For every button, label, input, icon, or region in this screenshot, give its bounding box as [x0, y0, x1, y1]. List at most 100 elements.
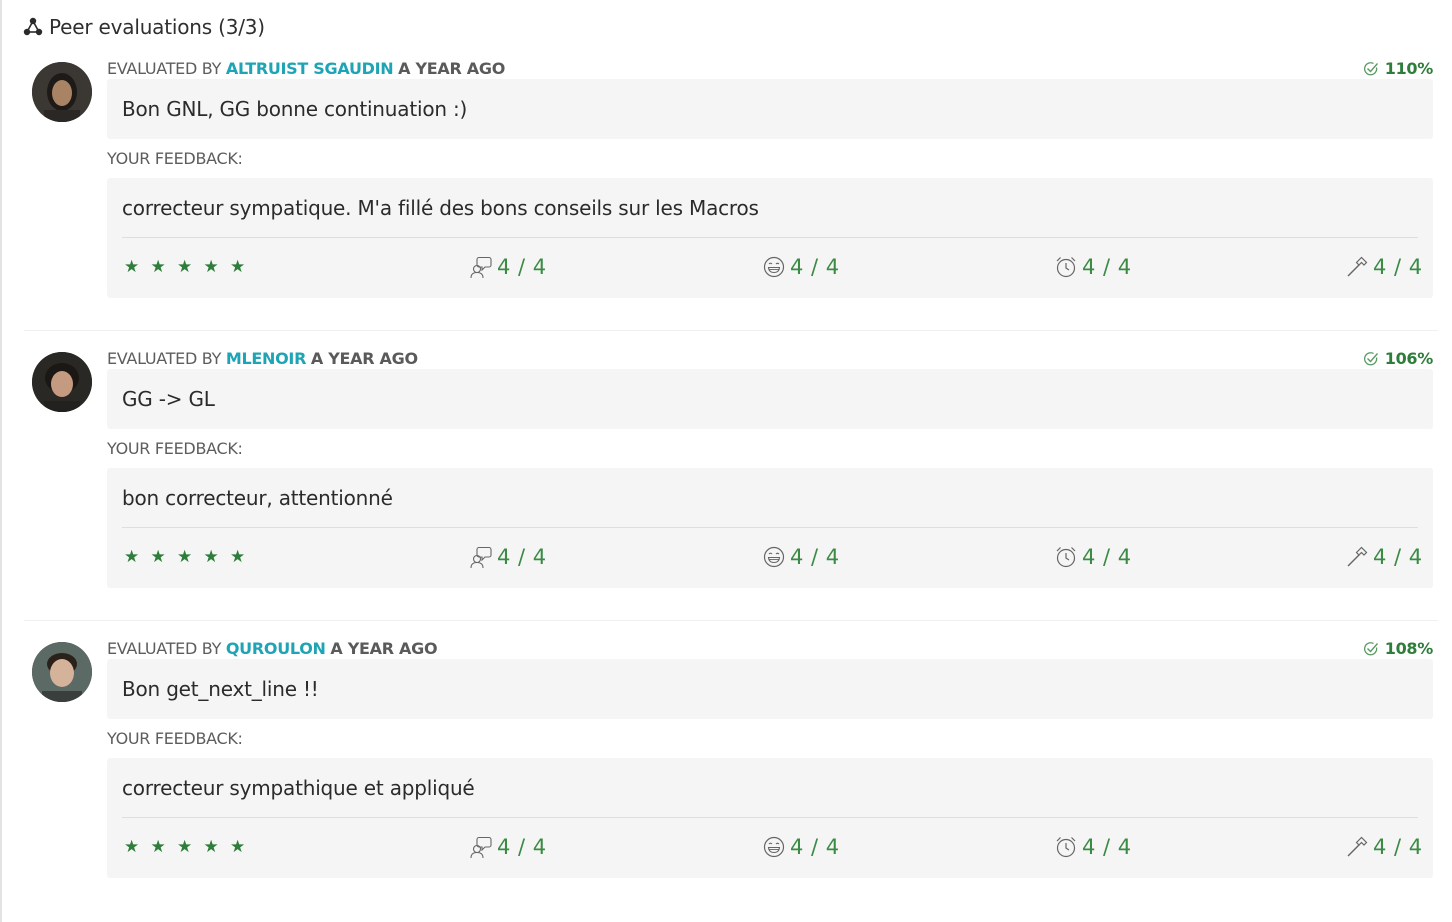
star-icon: ★ [150, 547, 166, 567]
score-badge: 110% [1363, 59, 1433, 78]
criterion-interest: 4 / 4 [469, 545, 547, 569]
your-feedback-label: YOUR FEEDBACK: [107, 439, 243, 458]
criterion-rigor: 4 / 4 [1345, 545, 1423, 569]
divider [122, 237, 1418, 238]
criterion-nice: 4 / 4 [762, 835, 840, 859]
evaluation-meta: Evaluated by mlenoir a year ago [107, 349, 1433, 369]
criterion-value: 4 / 4 [497, 545, 547, 569]
criterion-nice: 4 / 4 [762, 255, 840, 279]
evaluator-comment: Bon GNL, GG bonne continuation :) [122, 97, 468, 121]
evaluator-comment-box: GG -> GL [107, 369, 1433, 429]
evaluation-divider [24, 330, 1438, 331]
star-rating: ★ ★ ★ ★ ★ [124, 837, 257, 857]
avatar[interactable] [32, 642, 92, 702]
avatar[interactable] [32, 352, 92, 412]
star-icon: ★ [230, 547, 246, 567]
criterion-value: 4 / 4 [790, 545, 840, 569]
time-ago: a year ago [398, 59, 506, 78]
talk-icon [470, 546, 492, 569]
alarm-clock-icon [1056, 257, 1076, 278]
star-icon: ★ [124, 837, 140, 857]
evaluation-card: Evaluated by mlenoir a year ago 106% GG … [24, 349, 1438, 599]
evaluated-by-label: Evaluated by [107, 59, 222, 78]
criterion-rigor: 4 / 4 [1345, 255, 1423, 279]
feedback-text: bon correcteur, attentionné [122, 486, 393, 510]
star-icon: ★ [124, 257, 140, 277]
score-value: 106% [1384, 349, 1434, 368]
score-badge: 108% [1363, 639, 1433, 658]
feedback-box: correcteur sympatique. M'a fillé des bon… [107, 178, 1433, 298]
star-icon: ★ [150, 837, 166, 857]
criterion-value: 4 / 4 [1082, 835, 1132, 859]
criterion-punctuality: 4 / 4 [1054, 835, 1132, 859]
star-rating: ★ ★ ★ ★ ★ [124, 257, 257, 277]
time-ago: a year ago [330, 639, 438, 658]
score-value: 110% [1384, 59, 1434, 78]
criterion-value: 4 / 4 [1082, 545, 1132, 569]
criterion-rigor: 4 / 4 [1345, 835, 1423, 859]
criterion-value: 4 / 4 [497, 835, 547, 859]
star-icon: ★ [177, 257, 193, 277]
evaluated-by-label: Evaluated by [107, 639, 222, 658]
network-nodes-icon [22, 16, 44, 38]
talk-icon [470, 836, 492, 859]
hammer-icon [1347, 546, 1368, 567]
evaluator-name-link[interactable]: altruist sgaudin [226, 59, 394, 78]
star-icon: ★ [150, 257, 166, 277]
feedback-text: correcteur sympathique et appliqué [122, 776, 475, 800]
feedback-box: bon correcteur, attentionné ★ ★ ★ ★ ★ 4 … [107, 468, 1433, 588]
evaluation-card: Evaluated by quroulon a year ago 108% Bo… [24, 639, 1438, 889]
divider [122, 817, 1418, 818]
star-icon: ★ [177, 837, 193, 857]
your-feedback-label: YOUR FEEDBACK: [107, 149, 243, 168]
alarm-clock-icon [1056, 547, 1076, 568]
smile-icon [763, 546, 785, 568]
feedback-text: correcteur sympatique. M'a fillé des bon… [122, 196, 759, 220]
evaluator-name-link[interactable]: mlenoir [226, 349, 307, 368]
criterion-value: 4 / 4 [790, 835, 840, 859]
peer-evaluations-header: Peer evaluations (3/3) [22, 12, 265, 42]
score-badge: 106% [1363, 349, 1433, 368]
star-icon: ★ [203, 257, 219, 277]
hammer-icon [1347, 836, 1368, 857]
criterion-punctuality: 4 / 4 [1054, 545, 1132, 569]
criterion-interest: 4 / 4 [469, 835, 547, 859]
evaluator-comment-box: Bon GNL, GG bonne continuation :) [107, 79, 1433, 139]
criterion-value: 4 / 4 [1082, 255, 1132, 279]
criterion-value: 4 / 4 [790, 255, 840, 279]
divider [122, 527, 1418, 528]
evaluator-name-link[interactable]: quroulon [226, 639, 326, 658]
star-icon: ★ [230, 257, 246, 277]
evaluator-comment: GG -> GL [122, 387, 215, 411]
avatar[interactable] [32, 62, 92, 122]
evaluation-card: Evaluated by altruist sgaudin a year ago… [24, 59, 1438, 309]
your-feedback-label: YOUR FEEDBACK: [107, 729, 243, 748]
criterion-nice: 4 / 4 [762, 545, 840, 569]
time-ago: a year ago [310, 349, 418, 368]
criterion-value: 4 / 4 [497, 255, 547, 279]
page-title: Peer evaluations (3/3) [49, 15, 265, 39]
star-icon: ★ [203, 547, 219, 567]
evaluation-divider [24, 620, 1438, 621]
smile-icon [763, 256, 785, 278]
check-circle-icon [1363, 351, 1378, 365]
star-icon: ★ [124, 547, 140, 567]
evaluator-comment: Bon get_next_line !! [122, 677, 319, 701]
check-circle-icon [1363, 641, 1378, 655]
criterion-punctuality: 4 / 4 [1054, 255, 1132, 279]
criterion-interest: 4 / 4 [469, 255, 547, 279]
score-value: 108% [1384, 639, 1434, 658]
feedback-box: correcteur sympathique et appliqué ★ ★ ★… [107, 758, 1433, 878]
evaluator-comment-box: Bon get_next_line !! [107, 659, 1433, 719]
star-icon: ★ [230, 837, 246, 857]
star-icon: ★ [177, 547, 193, 567]
left-border [0, 0, 2, 922]
star-icon: ★ [203, 837, 219, 857]
hammer-icon [1347, 256, 1368, 277]
criterion-value: 4 / 4 [1373, 255, 1423, 279]
evaluated-by-label: Evaluated by [107, 349, 222, 368]
evaluation-meta: Evaluated by quroulon a year ago [107, 639, 1433, 659]
smile-icon [763, 836, 785, 858]
evaluation-meta: Evaluated by altruist sgaudin a year ago [107, 59, 1433, 79]
talk-icon [470, 256, 492, 279]
